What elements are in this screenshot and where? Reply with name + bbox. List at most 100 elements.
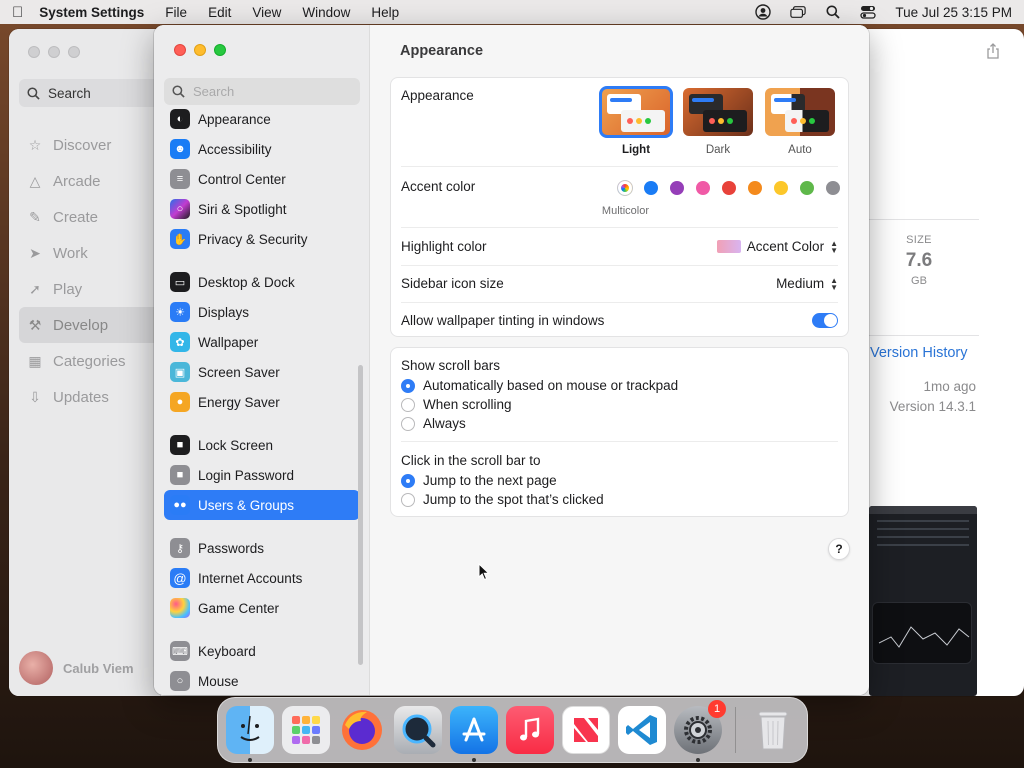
sidebar-item-wallpaper[interactable]: ✿ Wallpaper — [164, 327, 360, 357]
app-store-icon — [462, 717, 486, 742]
dock-app-store[interactable] — [450, 706, 498, 762]
app-store-search-field[interactable]: Search — [19, 79, 159, 107]
sidebar-item-internet-accounts[interactable]: @ Internet Accounts — [164, 563, 360, 593]
accent-green-swatch[interactable] — [800, 181, 814, 195]
menu-view[interactable]: View — [252, 5, 281, 20]
radio-button[interactable] — [401, 378, 415, 393]
menu-window[interactable]: Window — [302, 5, 350, 20]
account-button[interactable]: Calub Viem — [19, 651, 134, 685]
close-window-button[interactable] — [174, 44, 186, 56]
scroll-bars-option-when-scrolling[interactable]: When scrolling — [401, 397, 512, 412]
dock-quicktime[interactable] — [394, 706, 442, 754]
accent-pink-swatch[interactable] — [696, 181, 710, 195]
sidebar-item-mouse[interactable]: ○ Mouse — [164, 666, 360, 695]
close-window-button[interactable] — [28, 46, 40, 58]
dock-system-settings[interactable]: 1 — [674, 700, 726, 762]
nav-discover[interactable]: ☆ Discover — [19, 127, 161, 163]
nav-create[interactable]: ✎ Create — [19, 199, 161, 235]
accent-purple-swatch[interactable] — [670, 181, 684, 195]
sidebar-item-lock-screen[interactable]: ■ Lock Screen — [164, 430, 360, 460]
sidebar-item-passwords[interactable]: ⚷ Passwords — [164, 533, 360, 563]
nav-develop[interactable]: ⚒ Develop — [19, 307, 161, 343]
sidebar-item-screen-saver[interactable]: ▣ Screen Saver — [164, 357, 360, 387]
minimize-window-button[interactable] — [194, 44, 206, 56]
nav-arcade[interactable]: △ Arcade — [19, 163, 161, 199]
click-scroll-bar-row: Click in the scroll bar to — [401, 453, 838, 468]
version-history-link[interactable]: Version History — [870, 345, 968, 361]
accent-multicolor-swatch[interactable] — [618, 181, 632, 195]
spotlight-search-icon[interactable] — [825, 5, 841, 19]
menu-edit[interactable]: Edit — [208, 5, 231, 20]
star-icon: ☆ — [28, 136, 42, 153]
search-input[interactable] — [193, 84, 353, 99]
menu-file[interactable]: File — [165, 5, 187, 20]
wallpaper-tinting-toggle[interactable] — [812, 313, 838, 328]
nav-categories[interactable]: ▦ Categories — [19, 343, 161, 379]
sidebar-item-energy-saver[interactable]: ● Energy Saver — [164, 387, 360, 417]
nav-updates[interactable]: ⇩ Updates — [19, 379, 161, 415]
nav-work[interactable]: ➤ Work — [19, 235, 161, 271]
app-screenshot[interactable] — [869, 506, 977, 696]
accent-graphite-swatch[interactable] — [826, 181, 840, 195]
accent-yellow-swatch[interactable] — [774, 181, 788, 195]
radio-button[interactable] — [401, 473, 415, 488]
scroll-bars-card: Show scroll bars Automatically based on … — [390, 347, 849, 517]
appearance-option-dark[interactable]: Dark — [683, 88, 753, 156]
sidebar-item-privacy-security[interactable]: ✋ Privacy & Security — [164, 224, 360, 254]
highlight-color-popup[interactable]: Accent Color ▲ ▼ — [716, 239, 838, 254]
zoom-window-button[interactable] — [68, 46, 80, 58]
divider — [401, 302, 838, 303]
download-icon: ⇩ — [29, 388, 41, 405]
sidebar-item-control-center[interactable]: ≡ Control Center — [164, 164, 360, 194]
dock-launchpad[interactable] — [282, 706, 330, 754]
appearance-card-overlay: Appearance Light Dark Auto Accent color … — [390, 77, 849, 337]
apple-menu-icon[interactable]:  — [12, 4, 23, 21]
radio-button[interactable] — [401, 397, 415, 412]
nav-play[interactable]: ➚ Play — [19, 271, 161, 307]
control-center-icon[interactable] — [860, 5, 877, 19]
sidebar-item-displays[interactable]: ☀ Displays — [164, 297, 360, 327]
appearance-option-light[interactable]: Light — [599, 86, 673, 156]
screen-mirroring-icon[interactable] — [790, 5, 807, 19]
sidebar-item-users-groups[interactable]: ●● Users & Groups — [164, 490, 360, 520]
scroll-bars-option-automatic[interactable]: Automatically based on mouse or trackpad — [401, 378, 678, 393]
app-menu[interactable]: System Settings — [39, 5, 144, 20]
trash-icon — [758, 711, 788, 750]
dock-trash[interactable] — [749, 706, 797, 754]
traffic-lights — [174, 44, 226, 56]
sidebar-item-keyboard[interactable]: ⌨ Keyboard — [164, 636, 360, 666]
dock-vscode[interactable] — [618, 706, 666, 754]
minimize-window-button[interactable] — [48, 46, 60, 58]
appearance-option-auto[interactable]: Auto — [765, 88, 835, 156]
sidebar-item-label: Displays — [198, 304, 250, 320]
sidebar-item-login-password[interactable]: ■ Login Password — [164, 460, 360, 490]
zoom-window-button[interactable] — [214, 44, 226, 56]
sidebar-item-desktop-dock[interactable]: ▭ Desktop & Dock — [164, 267, 360, 297]
help-button[interactable]: ? — [828, 538, 850, 560]
sidebar-item-siri-spotlight[interactable]: ○ Siri & Spotlight — [164, 194, 360, 224]
sidebar-scrollbar[interactable] — [358, 365, 363, 665]
dock-firefox[interactable] — [338, 706, 386, 754]
click-option-next-page[interactable]: Jump to the next page — [401, 473, 557, 488]
user-account-icon[interactable] — [755, 4, 772, 20]
accent-red-swatch[interactable] — [722, 181, 736, 195]
divider — [869, 219, 979, 220]
sidebar-icon-size-popup[interactable]: Medium ▲ ▼ — [776, 276, 838, 291]
click-option-spot-clicked[interactable]: Jump to the spot that’s clicked — [401, 492, 604, 507]
sidebar-item-appearance[interactable]: ◐ Appearance — [164, 108, 360, 134]
accent-blue-swatch[interactable] — [644, 181, 658, 195]
dock-finder[interactable] — [226, 706, 274, 762]
share-icon[interactable] — [986, 43, 1000, 62]
radio-button[interactable] — [401, 416, 415, 431]
radio-button[interactable] — [401, 492, 415, 507]
scroll-bars-option-always[interactable]: Always — [401, 416, 466, 431]
accent-orange-swatch[interactable] — [748, 181, 762, 195]
menu-help[interactable]: Help — [371, 5, 399, 20]
sidebar-item-accessibility[interactable]: ☻ Accessibility — [164, 134, 360, 164]
dock-news[interactable] — [562, 706, 610, 754]
users-icon: ●● — [170, 495, 190, 515]
dock-music[interactable] — [506, 706, 554, 754]
sidebar-item-label: Game Center — [198, 600, 280, 616]
menu-bar-clock[interactable]: Tue Jul 25 3:15 PM — [895, 5, 1012, 20]
sidebar-item-game-center[interactable]: Game Center — [164, 593, 360, 623]
